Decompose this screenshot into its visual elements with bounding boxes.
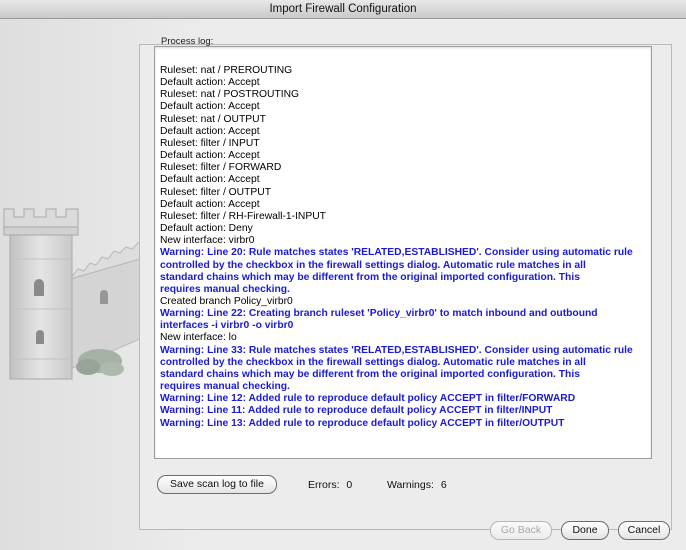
log-line: Created branch Policy_virbr0: [160, 295, 293, 307]
log-line: Ruleset: nat / PREROUTING: [160, 65, 293, 76]
log-line: Default action: Deny: [160, 223, 253, 235]
log-warning-line: controlled by the checkbox in the firewa…: [160, 259, 586, 271]
log-line: Default action: Accept: [160, 77, 260, 89]
log-lines: Ruleset: nat / PREROUTING Default action:…: [160, 65, 647, 430]
log-warning-line: Warning: Line 11: Added rule to reproduc…: [160, 405, 553, 417]
log-warning-line: requires manual checking.: [160, 381, 290, 393]
log-line: New interface: lo: [160, 332, 237, 344]
save-scan-log-button[interactable]: Save scan log to file: [157, 475, 277, 494]
go-back-button[interactable]: Go Back: [490, 521, 552, 540]
log-line: Ruleset: nat / OUTPUT: [160, 113, 266, 125]
done-button[interactable]: Done: [561, 521, 609, 540]
log-line: Default action: Accept: [160, 198, 260, 210]
warnings-label: Warnings:: [387, 479, 434, 491]
log-line: Ruleset: filter / FORWARD: [160, 162, 282, 174]
log-line: Ruleset: nat / POSTROUTING: [160, 89, 300, 101]
log-warning-line: requires manual checking.: [160, 283, 290, 295]
errors-label: Errors:: [308, 479, 340, 491]
warnings-count: 6: [440, 479, 447, 491]
log-warning-line: Warning: Line 12: Added rule to reproduc…: [160, 393, 576, 405]
log-warning-line: controlled by the checkbox in the firewa…: [160, 356, 586, 368]
log-warning-line: Warning: Line 33: Rule matches states 'R…: [160, 344, 633, 356]
window-title: Import Firewall Configuration: [269, 3, 417, 15]
log-line: Ruleset: filter / RH-Firewall-1-INPUT: [160, 210, 326, 222]
log-warning-line: interfaces -i virbr0 -o virbr0: [160, 320, 294, 332]
log-warning-line: standard chains which may be different f…: [160, 271, 580, 283]
errors-status: Errors: 0: [308, 479, 352, 491]
cancel-button[interactable]: Cancel: [618, 521, 670, 540]
log-warning-line: Warning: Line 20: Rule matches states 'R…: [160, 247, 633, 259]
log-line: Default action: Accept: [160, 125, 260, 137]
log-warning-line: Warning: Line 13: Added rule to reproduc…: [160, 417, 565, 429]
errors-count: 0: [346, 479, 353, 491]
warnings-status: Warnings: 6: [387, 479, 447, 491]
log-line: Default action: Accept: [160, 150, 260, 162]
log-line: Default action: Accept: [160, 174, 260, 186]
log-line: Ruleset: filter / OUTPUT: [160, 186, 271, 198]
castle-tower-icon: [3, 208, 140, 380]
log-line: New interface: virbr0: [160, 235, 255, 247]
process-log-textarea[interactable]: Ruleset: nat / PREROUTING Default action:…: [154, 46, 652, 459]
log-line: Ruleset: filter / INPUT: [160, 137, 260, 149]
window-title-bar: Import Firewall Configuration: [0, 0, 686, 19]
log-warning-line: standard chains which may be different f…: [160, 368, 580, 380]
log-line: Default action: Accept: [160, 101, 260, 113]
log-warning-line: Warning: Line 22: Creating branch rulese…: [160, 308, 598, 320]
